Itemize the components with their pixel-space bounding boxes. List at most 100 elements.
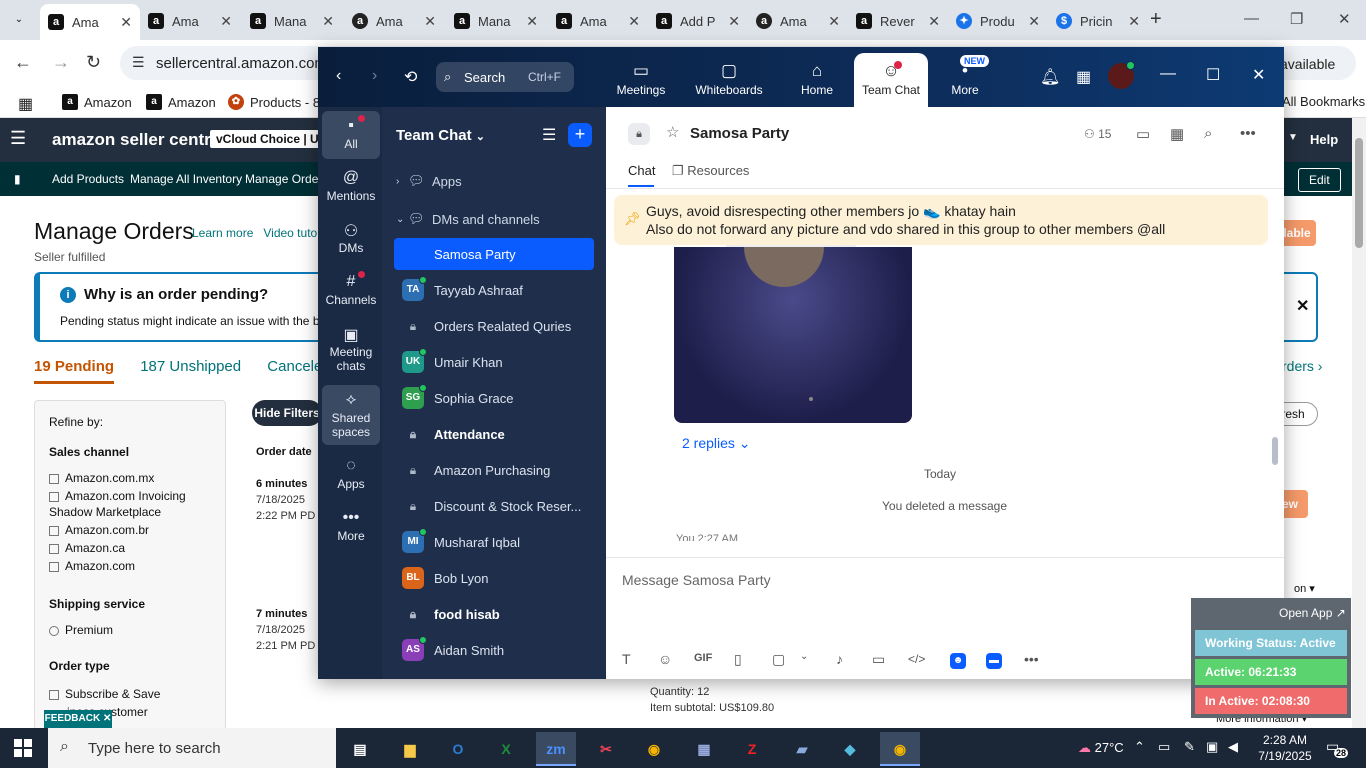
chevron-down-icon[interactable]: ⌄ (800, 651, 808, 662)
team-chat-dropdown[interactable]: Team Chat ⌄ (396, 127, 485, 144)
app-icon[interactable]: ☻ (950, 653, 966, 669)
open-app-link[interactable]: Open App ↗ (1279, 606, 1346, 620)
close-icon[interactable]: ✕ (120, 14, 132, 31)
rail-channels[interactable]: # Channels (322, 267, 380, 315)
reload-icon[interactable]: ↻ (86, 52, 101, 73)
zoom-search-input[interactable]: ⌕ Search Ctrl+F (436, 62, 574, 92)
chevron-up-icon[interactable]: ⌃ (1134, 739, 1145, 755)
back-icon[interactable]: ← (14, 52, 32, 73)
chat-scrollbar[interactable] (1272, 437, 1278, 465)
calculator-icon[interactable]: ▦ (684, 732, 724, 766)
browser-tab[interactable]: a Ama ✕ (40, 4, 140, 40)
new-tab-button[interactable]: + (1150, 8, 1162, 31)
bookmark-icon[interactable]: ▮ (14, 172, 21, 186)
message-input[interactable]: Message Samosa Party (622, 572, 771, 588)
code-icon[interactable]: </> (908, 652, 925, 666)
file-icon[interactable]: ▯ (734, 651, 742, 668)
filter-checkbox[interactable]: Amazon.com (49, 559, 135, 573)
microphone-icon[interactable]: ♪ (836, 651, 843, 667)
forward-icon[interactable]: → (52, 52, 70, 73)
snipping-tool-icon[interactable]: ✂ (586, 732, 626, 766)
task-view-icon[interactable]: ▤ (340, 732, 380, 766)
close-icon[interactable]: ✕ (1128, 13, 1140, 30)
rail-meeting-chats[interactable]: ▣ Meeting chats (322, 319, 380, 379)
video-tutorial-link[interactable]: Video tutori (263, 226, 324, 240)
conversation-item[interactable]: 🔒︎ Discount & Stock Reser... (394, 490, 594, 522)
filezilla-icon[interactable]: Z (732, 732, 772, 766)
notification-center-icon[interactable]: ▭ 28 (1326, 738, 1349, 758)
rail-all[interactable]: ▪ All (322, 111, 380, 159)
network-icon[interactable]: ▭ (1158, 739, 1170, 755)
history-icon[interactable]: ⟲ (404, 67, 417, 87)
calendar-icon[interactable]: ▦ (1076, 67, 1091, 87)
pen-icon[interactable]: ✎ (1184, 739, 1195, 755)
more-tools-icon[interactable]: ••• (1024, 651, 1039, 667)
emoji-icon[interactable]: ☺ (658, 651, 672, 667)
conversation-item[interactable]: MI Musharaf Iqbal (394, 526, 594, 558)
nav-more[interactable]: NEW • More (928, 53, 1002, 107)
rail-apps[interactable]: ◌ Apps (322, 451, 380, 499)
close-icon[interactable]: ✕ (322, 13, 334, 30)
filter-checkbox[interactable]: Amazon.com Invoicing (49, 489, 186, 503)
filter-checkbox[interactable]: Subscribe & Save (49, 687, 160, 701)
browser-tab[interactable]: a Mana ✕ (242, 6, 342, 36)
tab-pending[interactable]: 19 Pending (34, 358, 115, 384)
rail-more[interactable]: ••• More (322, 503, 380, 551)
tab-resources[interactable]: ❐ Resources (672, 163, 749, 179)
section-dms-channels[interactable]: ⌄ 💬︎ DMs and channels (396, 211, 540, 227)
shared-image[interactable] (674, 247, 912, 423)
nav-whiteboards[interactable]: ▢ Whiteboards (692, 53, 766, 107)
filter-checkbox[interactable]: Amazon.com.br (49, 523, 149, 537)
nav-home[interactable]: ⌂ Home (780, 53, 854, 107)
tab-search-button[interactable]: ⌄ (8, 10, 30, 30)
learn-more-link[interactable]: Learn more (192, 226, 253, 240)
bookmark-item[interactable]: a Amazon (62, 94, 132, 110)
close-icon[interactable]: ✕ (526, 13, 538, 30)
tab-chat[interactable]: Chat (628, 163, 655, 187)
close-icon[interactable]: ✕ (220, 13, 232, 30)
excel-icon[interactable]: X (486, 732, 526, 766)
apps-grid-icon[interactable]: ▦ (18, 94, 33, 114)
calendar-icon[interactable]: ▦ (1170, 125, 1184, 143)
nav-team-chat[interactable]: ☺ Team Chat (854, 53, 928, 107)
tab-unshipped[interactable]: 187 Unshipped (140, 358, 241, 375)
clock[interactable]: 2:28 AM 7/19/2025 (1250, 732, 1320, 764)
windows-start-icon[interactable] (14, 739, 32, 757)
filter-checkbox[interactable]: Amazon.com.mx (49, 471, 154, 485)
minimize-icon[interactable]: — (1160, 65, 1176, 83)
orders-link[interactable]: rders › (1282, 358, 1322, 374)
feedback-button[interactable]: FEEDBACK ✕ (44, 710, 112, 728)
wifi-icon[interactable]: ▣ (1206, 739, 1218, 755)
hide-filters-button[interactable]: Hide Filters (252, 400, 322, 426)
close-icon[interactable]: ✕ (1028, 13, 1040, 30)
filter-radio[interactable]: Premium (49, 623, 113, 637)
close-icon[interactable]: ✕ (628, 13, 640, 30)
conversation-item[interactable]: TA Tayyab Ashraaf (394, 274, 594, 306)
close-icon[interactable]: ✕ (728, 13, 740, 30)
chrome-active-icon[interactable]: ◉ (880, 732, 920, 766)
close-window-icon[interactable]: ✕ (1338, 10, 1351, 28)
new-chat-button[interactable]: + (568, 123, 592, 147)
replies-link[interactable]: 2 replies ⌄ (682, 435, 751, 452)
rail-mentions[interactable]: @ Mentions (322, 163, 380, 211)
minimize-icon[interactable]: — (1244, 10, 1259, 27)
bookmark-item[interactable]: a Amazon (146, 94, 216, 110)
page-scrollbar[interactable] (1352, 118, 1366, 728)
volume-icon[interactable]: ◀ (1228, 739, 1238, 755)
conversation-item[interactable]: 🔒︎ Orders Realated Quries (394, 310, 594, 342)
browser-tab[interactable]: a Mana ✕ (446, 6, 546, 36)
bookmark-item[interactable]: ✿ Products - 88 (228, 94, 327, 110)
scrollbar-thumb[interactable] (1355, 138, 1363, 248)
browser-tab[interactable]: $ Pricin ✕ (1048, 6, 1148, 36)
conversation-item[interactable]: 🔒︎ Attendance (394, 418, 594, 450)
notes-app-icon[interactable]: ▰ (782, 732, 822, 766)
amazon-logo[interactable]: amazon seller central (52, 130, 225, 150)
browser-tab[interactable]: a Ama ✕ (748, 6, 848, 36)
rail-dms[interactable]: ⚇ DMs (322, 215, 380, 263)
video-call-icon[interactable]: ▭ (1136, 125, 1150, 143)
section-apps[interactable]: › 💬︎ Apps (396, 173, 462, 189)
close-icon[interactable]: ✕ (424, 13, 436, 30)
conversation-item[interactable]: UK Umair Khan (394, 346, 594, 378)
nav-manage-inventory[interactable]: Manage All Inventory (130, 172, 242, 186)
bell-icon[interactable]: 🔔︎ (1040, 67, 1060, 87)
